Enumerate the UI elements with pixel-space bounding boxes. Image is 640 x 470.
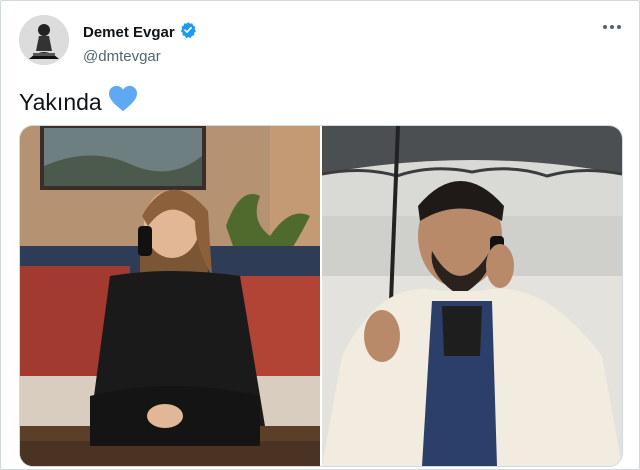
man-with-umbrella-on-phone-photo[interactable]: [321, 126, 622, 466]
display-name[interactable]: Demet Evgar: [83, 24, 175, 41]
tweet-text-content: Yakında: [19, 88, 102, 115]
woman-on-phone-photo[interactable]: [20, 126, 320, 466]
more-horizontal-icon[interactable]: [601, 19, 623, 35]
tweet-media[interactable]: [19, 125, 623, 467]
blue-heart-icon: [108, 85, 138, 119]
verified-badge-icon: [179, 21, 197, 44]
tweet-card[interactable]: Demet Evgar @dmtevgar Yakında: [0, 0, 640, 470]
tweet-header: Demet Evgar @dmtevgar: [19, 15, 623, 67]
avatar[interactable]: [19, 15, 69, 65]
handle[interactable]: @dmtevgar: [83, 48, 197, 65]
author-names: Demet Evgar @dmtevgar: [83, 21, 197, 65]
tweet-text: Yakında: [19, 85, 138, 119]
